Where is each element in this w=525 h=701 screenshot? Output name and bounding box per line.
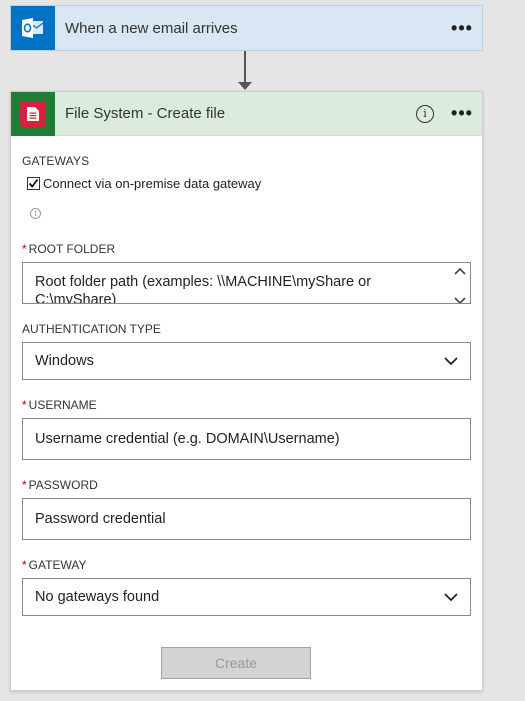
gateway-checkbox-row[interactable]: Connect via on-premise data gateway xyxy=(27,176,261,191)
chevron-down-icon xyxy=(442,588,460,606)
username-input[interactable]: Username credential (e.g. DOMAIN\Usernam… xyxy=(22,418,471,460)
gateway-info-icon[interactable]: i xyxy=(30,208,41,219)
gateway-label: * GATEWAY xyxy=(22,558,87,572)
auth-type-value: Windows xyxy=(35,353,94,369)
checkmark-icon xyxy=(28,178,39,188)
gateway-checkbox[interactable] xyxy=(27,177,40,190)
chevron-down-icon xyxy=(454,297,466,303)
root-folder-placeholder: Root folder path (examples: \\MACHINE\my… xyxy=(35,274,372,304)
flow-connector xyxy=(244,51,246,85)
chevron-up-icon xyxy=(454,267,466,275)
file-system-icon xyxy=(11,91,55,136)
action-title: File System - Create file xyxy=(65,105,226,122)
action-header[interactable]: File System - Create file i ••• xyxy=(11,91,482,136)
root-folder-label: * ROOT FOLDER xyxy=(22,242,116,256)
arrow-down-icon xyxy=(238,82,252,90)
flow-canvas: When a new email arrives ••• File System… xyxy=(0,0,525,701)
gateway-value: No gateways found xyxy=(35,589,160,605)
action-more-button[interactable]: ••• xyxy=(442,99,482,129)
chevron-down-icon xyxy=(442,352,460,370)
outlook-icon xyxy=(11,6,55,50)
info-icon[interactable]: i xyxy=(416,104,434,123)
auth-type-select[interactable]: Windows xyxy=(22,342,471,380)
gateway-checkbox-label: Connect via on-premise data gateway xyxy=(43,176,262,191)
auth-type-label: AUTHENTICATION TYPE xyxy=(22,322,161,336)
create-button[interactable]: Create xyxy=(161,647,311,679)
trigger-more-button[interactable]: ••• xyxy=(442,13,482,43)
action-card: File System - Create file i ••• GATEWAYS… xyxy=(10,91,483,691)
password-placeholder: Password credential xyxy=(35,511,166,527)
trigger-card[interactable]: When a new email arrives ••• xyxy=(10,5,483,51)
gateway-select[interactable]: No gateways found xyxy=(22,578,471,616)
username-placeholder: Username credential (e.g. DOMAIN\Usernam… xyxy=(35,431,340,447)
trigger-title: When a new email arrives xyxy=(65,19,238,37)
password-label: * PASSWORD xyxy=(22,478,98,492)
root-folder-input[interactable]: Root folder path (examples: \\MACHINE\my… xyxy=(22,262,471,304)
password-input[interactable]: Password credential xyxy=(22,498,471,540)
gateways-label: GATEWAYS xyxy=(22,154,90,168)
root-folder-scrollbar[interactable] xyxy=(451,267,469,303)
username-label: * USERNAME xyxy=(22,398,97,412)
